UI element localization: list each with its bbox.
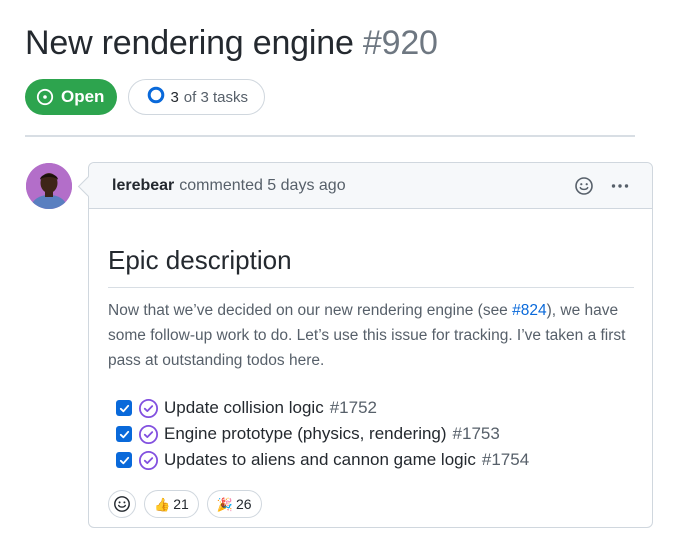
task-ref[interactable]: #1752 (330, 398, 377, 418)
reaction-count: 21 (173, 496, 189, 512)
reaction-hooray[interactable]: 🎉 26 (206, 490, 262, 518)
task-item: Engine prototype (physics, rendering) #1… (116, 421, 634, 447)
task-checkbox[interactable] (116, 426, 132, 442)
body-paragraph-text-1: Now that we’ve decided on our new render… (108, 302, 513, 319)
task-item: Update collision logic #1752 (116, 395, 634, 421)
comment-body: Epic description Now that we’ve decided … (89, 245, 652, 518)
smiley-icon[interactable] (574, 176, 594, 196)
reactions-bar: 👍 21 🎉 26 (108, 490, 634, 518)
party-popper-icon: 🎉 (216, 496, 233, 512)
task-ref[interactable]: #1754 (482, 450, 529, 470)
comment-timestamp[interactable]: commented 5 days ago (179, 177, 345, 195)
kebab-menu-icon[interactable] (610, 176, 630, 196)
tasks-progress-icon (147, 86, 165, 108)
issue-opened-icon (36, 88, 54, 106)
smiley-icon (114, 496, 130, 512)
header-divider (25, 135, 635, 137)
issue-state-badge: Open (25, 79, 118, 115)
tasks-progress-badge[interactable]: 3 of 3 tasks (128, 79, 265, 115)
task-title[interactable]: Updates to aliens and cannon game logic (164, 450, 476, 470)
body-paragraph: Now that we’ve decided on our new render… (108, 298, 638, 373)
task-title[interactable]: Update collision logic (164, 398, 324, 418)
issue-link-824[interactable]: #824 (512, 302, 546, 319)
task-title[interactable]: Engine prototype (physics, rendering) (164, 424, 447, 444)
add-reaction-button[interactable] (108, 490, 136, 518)
comment-author[interactable]: lerebear (112, 177, 174, 195)
reaction-count: 26 (235, 496, 252, 512)
issue-closed-icon (138, 398, 159, 419)
task-item: Updates to aliens and cannon game logic … (116, 447, 634, 473)
issue-number: #920 (362, 24, 438, 62)
comment-header: lerebear commented 5 days ago (89, 163, 652, 209)
task-checkbox[interactable] (116, 452, 132, 468)
tasks-total-label: of 3 tasks (183, 88, 248, 106)
issue-badges: Open 3 of 3 tasks (25, 79, 265, 115)
task-ref[interactable]: #1753 (453, 424, 500, 444)
issue-closed-icon (138, 424, 159, 445)
comment-box: lerebear commented 5 days ago Epic descr… (88, 162, 653, 528)
tasks-done-count: 3 (170, 88, 179, 106)
issue-title-text: New rendering engine (25, 24, 354, 62)
thumbs-up-icon: 👍 (154, 496, 171, 512)
task-checkbox[interactable] (116, 400, 132, 416)
body-heading: Epic description (108, 245, 634, 288)
issue-title: New rendering engine #920 (25, 24, 438, 63)
reaction-thumbs-up[interactable]: 👍 21 (144, 490, 199, 518)
task-list: Update collision logic #1752 Engine prot… (108, 395, 634, 473)
issue-closed-icon (138, 450, 159, 471)
avatar[interactable] (26, 163, 72, 209)
comment-actions (574, 176, 630, 196)
issue-state-label: Open (61, 87, 105, 106)
